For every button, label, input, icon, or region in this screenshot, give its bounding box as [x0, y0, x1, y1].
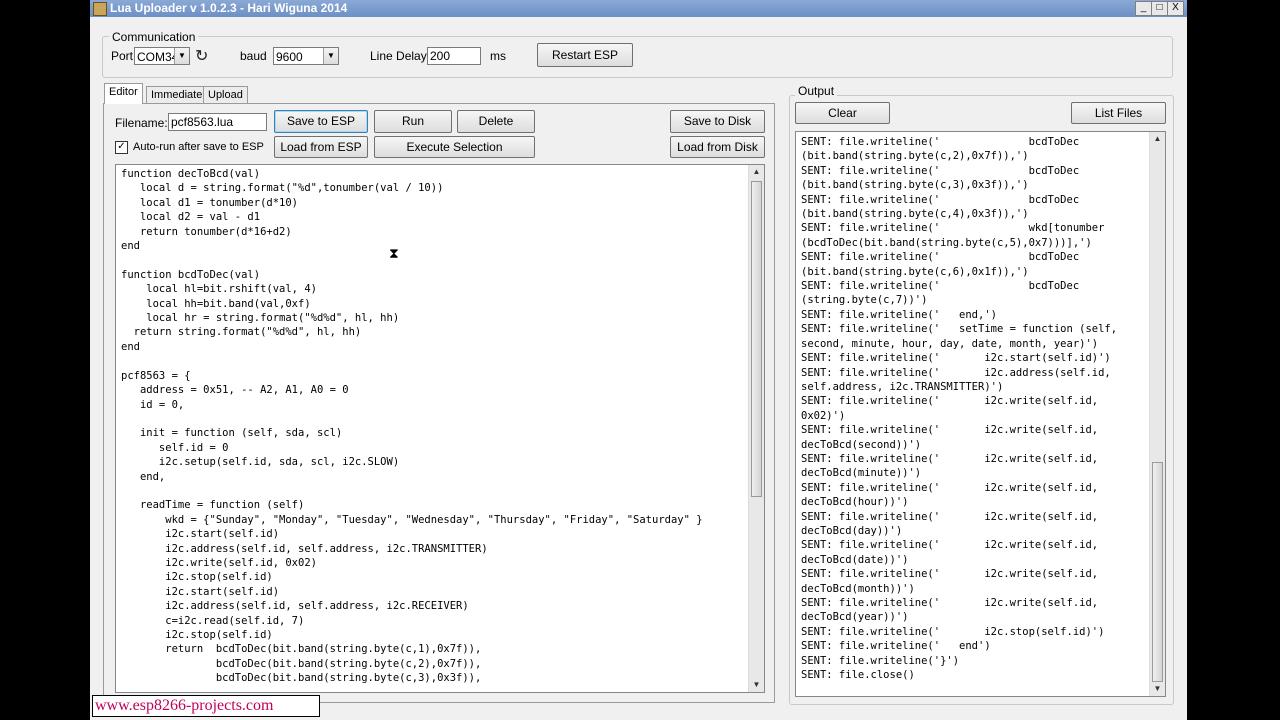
- port-label: Port: [111, 49, 134, 63]
- code-text[interactable]: function decToBcd(val) local d = string.…: [121, 167, 703, 686]
- load-from-disk-button[interactable]: Load from Disk: [670, 136, 765, 158]
- save-to-esp-button[interactable]: Save to ESP: [274, 110, 368, 133]
- run-button[interactable]: Run: [374, 110, 452, 133]
- hourglass-cursor-icon: ⧗: [389, 245, 399, 261]
- scroll-up-icon[interactable]: ▲: [749, 165, 764, 179]
- delete-button[interactable]: Delete: [457, 110, 535, 133]
- tab-upload[interactable]: Upload: [203, 86, 248, 103]
- minimize-button[interactable]: _: [1135, 1, 1152, 16]
- output-scrollbar[interactable]: ▲ ▼: [1149, 132, 1165, 696]
- filename-label: Filename:: [115, 116, 168, 130]
- app-icon: [93, 2, 107, 16]
- ms-label: ms: [490, 49, 506, 63]
- title-bar: Lua Uploader v 1.0.2.3 - Hari Wiguna 201…: [90, 0, 1187, 17]
- load-from-esp-button[interactable]: Load from ESP: [274, 136, 368, 158]
- chevron-down-icon[interactable]: ▼: [174, 48, 189, 64]
- close-button[interactable]: X: [1167, 1, 1184, 16]
- output-text: SENT: file.writeline(' bcdToDec (bit.ban…: [801, 136, 1118, 682]
- scroll-thumb[interactable]: [751, 181, 762, 497]
- port-select[interactable]: COM34 ▼: [134, 47, 190, 65]
- editor-scrollbar[interactable]: ▲ ▼: [748, 165, 764, 692]
- refresh-icon[interactable]: ↻: [195, 49, 208, 65]
- baud-select[interactable]: 9600 ▼: [273, 47, 339, 65]
- clear-button[interactable]: Clear: [795, 102, 890, 124]
- app-window: Lua Uploader v 1.0.2.3 - Hari Wiguna 201…: [90, 0, 1187, 720]
- scroll-down-icon[interactable]: ▼: [749, 678, 764, 692]
- scroll-up-icon[interactable]: ▲: [1150, 132, 1165, 146]
- scroll-down-icon[interactable]: ▼: [1150, 682, 1165, 696]
- tab-immediate[interactable]: Immediate: [146, 86, 208, 103]
- filename-input[interactable]: pcf8563.lua: [168, 113, 267, 131]
- restart-esp-button[interactable]: Restart ESP: [537, 43, 633, 67]
- autorun-checkbox[interactable]: ✓: [115, 141, 128, 154]
- chevron-down-icon[interactable]: ▼: [323, 48, 338, 64]
- scroll-thumb[interactable]: [1152, 462, 1163, 682]
- maximize-button[interactable]: □: [1151, 1, 1168, 16]
- output-label: Output: [795, 84, 838, 98]
- line-delay-input[interactable]: 200: [427, 47, 481, 65]
- communication-label: Communication: [109, 30, 199, 44]
- tab-editor[interactable]: Editor: [104, 83, 143, 104]
- line-delay-label: Line Delay: [370, 49, 427, 63]
- output-log[interactable]: SENT: file.writeline(' bcdToDec (bit.ban…: [795, 131, 1166, 697]
- site-watermark: www.esp8266-projects.com: [92, 695, 320, 717]
- save-to-disk-button[interactable]: Save to Disk: [670, 110, 765, 133]
- code-editor[interactable]: function decToBcd(val) local d = string.…: [115, 164, 765, 693]
- baud-label: baud: [240, 49, 267, 63]
- window-title: Lua Uploader v 1.0.2.3 - Hari Wiguna 201…: [110, 1, 348, 15]
- list-files-button[interactable]: List Files: [1071, 102, 1166, 124]
- autorun-label: Auto-run after save to ESP: [133, 141, 264, 153]
- port-value: COM34: [137, 50, 179, 64]
- execute-selection-button[interactable]: Execute Selection: [374, 136, 535, 158]
- baud-value: 9600: [276, 50, 303, 64]
